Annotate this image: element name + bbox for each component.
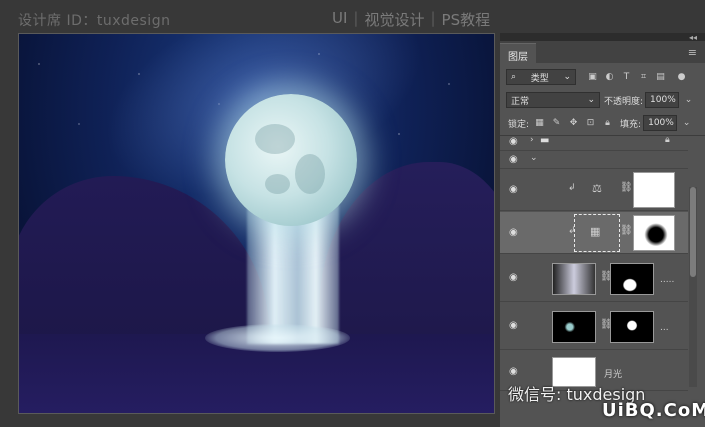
lock-artboard-icon[interactable]: ⊡ [584, 117, 597, 130]
layer-row-balance[interactable]: ◉ ↲ ⚖ ⛓ [500, 169, 688, 211]
opacity-label: 不透明度: [604, 96, 644, 107]
eye-icon[interactable]: ◉ [509, 136, 521, 148]
filter-toggle-icon[interactable]: ● [675, 71, 688, 84]
lock-label: 锁定: [508, 119, 530, 130]
filter-kind-label: 类型 [530, 73, 549, 84]
link-icon: ⛓ [620, 182, 633, 193]
mask-thumbnail[interactable] [633, 215, 675, 251]
eye-icon[interactable]: ◉ [509, 184, 521, 196]
shape-filter-icon[interactable]: ⌗ [637, 71, 650, 84]
lock-position-icon[interactable]: ✥ [567, 117, 580, 130]
site-title-ps: PS教程 [441, 11, 491, 29]
mask-thumbnail[interactable] [633, 172, 675, 208]
chevron-down-icon[interactable]: ⌄ [680, 117, 693, 130]
adjustment-filter-icon[interactable]: ◐ [603, 71, 616, 84]
panel-header-strip [500, 33, 705, 41]
chevron-down-icon[interactable]: ⌄ [682, 94, 695, 107]
eye-icon[interactable]: ◉ [509, 154, 521, 166]
lock-transparent-icon[interactable]: ▦ [533, 117, 546, 130]
search-icon: ⌕ [511, 72, 517, 82]
layer-row-moon[interactable]: ◉ ⛓ ... [500, 303, 688, 350]
app-window: 设计席 ID：tuxdesign UI | 视觉设计 | PS教程 ◂◂ 图层 … [0, 0, 705, 427]
layer-thumbnail[interactable] [552, 263, 596, 295]
lock-pixels-icon[interactable]: ✎ [550, 117, 563, 130]
layer-name: ... [660, 323, 669, 333]
opacity-input[interactable]: 100% [645, 92, 680, 108]
title-separator: | [430, 9, 436, 27]
panel-tabbar: 图层 ≡ [500, 41, 705, 63]
clip-arrow-icon: ↲ [568, 183, 576, 193]
lock-all-icon[interactable]: 🔒︎ [601, 117, 614, 130]
site-title: UI | 视觉设计 | PS教程 [332, 9, 490, 30]
moon-crater [265, 174, 290, 194]
smart-object-filter-icon[interactable]: ▤ [654, 71, 667, 84]
chevron-down-icon: ⌄ [563, 72, 571, 82]
layers-panel: 图层 ≡ ⌕ 类型 ⌄ ▣ ◐ T ⌗ ▤ ● 正常 ⌄ 不透明度: 100% … [500, 41, 705, 427]
tab-layers[interactable]: 图层 [500, 43, 536, 63]
link-icon: ⛓ [620, 225, 633, 236]
eye-icon[interactable]: ◉ [509, 320, 521, 332]
fill-input[interactable]: 100% [643, 115, 678, 131]
waterfall-splash [205, 324, 350, 352]
blend-mode-value: 正常 [511, 96, 530, 107]
lock-icon: 🔒︎ [665, 135, 670, 145]
document-canvas[interactable] [18, 33, 495, 414]
site-title-visual: 视觉设计 [364, 11, 425, 29]
image-filter-icon[interactable]: ▣ [586, 71, 599, 84]
blend-row: 正常 ⌄ 不透明度: 100% ⌄ [500, 91, 705, 109]
layer-row-waterfall[interactable]: ◉ ⛓ ..... [500, 255, 688, 302]
mask-thumbnail[interactable] [610, 311, 654, 343]
site-title-ui: UI [332, 9, 348, 27]
moon-crater [295, 154, 325, 194]
layer-row-selected[interactable]: ◉ ↲ ▦ ⛓ [500, 212, 688, 254]
chevron-down-icon[interactable]: ⌄ [530, 153, 538, 163]
watermark-logo: UiBQ.CoM [602, 400, 705, 421]
title-separator: | [353, 9, 359, 27]
folder-icon: ▬ [540, 135, 550, 146]
panel-scrollbar[interactable] [689, 187, 697, 387]
eye-icon[interactable]: ◉ [509, 272, 521, 284]
moon [225, 94, 357, 226]
layer-name: 月光 [604, 370, 623, 380]
chevron-right-icon[interactable]: › [530, 135, 534, 145]
panel-menu-icon[interactable]: ≡ [688, 46, 697, 59]
chevron-down-icon: ⌄ [587, 95, 595, 105]
fill-label: 填充: [620, 119, 642, 130]
watermark-top: 设计席 ID：tuxdesign [18, 13, 171, 29]
layer-row-group-expanded[interactable]: ◉ ⌄ [500, 151, 688, 169]
eye-icon[interactable]: ◉ [509, 366, 521, 378]
lock-row: 锁定: ▦ ✎ ✥ ⊡ 🔒︎ 填充: 100% ⌄ [500, 114, 705, 132]
blend-mode-select[interactable]: 正常 ⌄ [506, 92, 600, 108]
moon-crater [255, 124, 295, 154]
layer-thumbnail[interactable] [552, 311, 596, 343]
type-filter-icon[interactable]: T [620, 71, 633, 84]
filter-row: ⌕ 类型 ⌄ ▣ ◐ T ⌗ ▤ ● [500, 68, 705, 86]
mask-thumbnail[interactable] [610, 263, 654, 295]
levels-icon: ▦ [590, 225, 601, 238]
layer-row-group-collapsed[interactable]: ◉ › ▬ 🔒︎ [500, 133, 688, 151]
filter-kind-select[interactable]: ⌕ 类型 ⌄ [506, 69, 576, 85]
layer-name: ..... [660, 275, 675, 285]
eye-icon[interactable]: ◉ [509, 227, 521, 239]
scrollbar-thumb[interactable] [690, 187, 696, 277]
color-balance-icon: ⚖ [592, 182, 602, 195]
